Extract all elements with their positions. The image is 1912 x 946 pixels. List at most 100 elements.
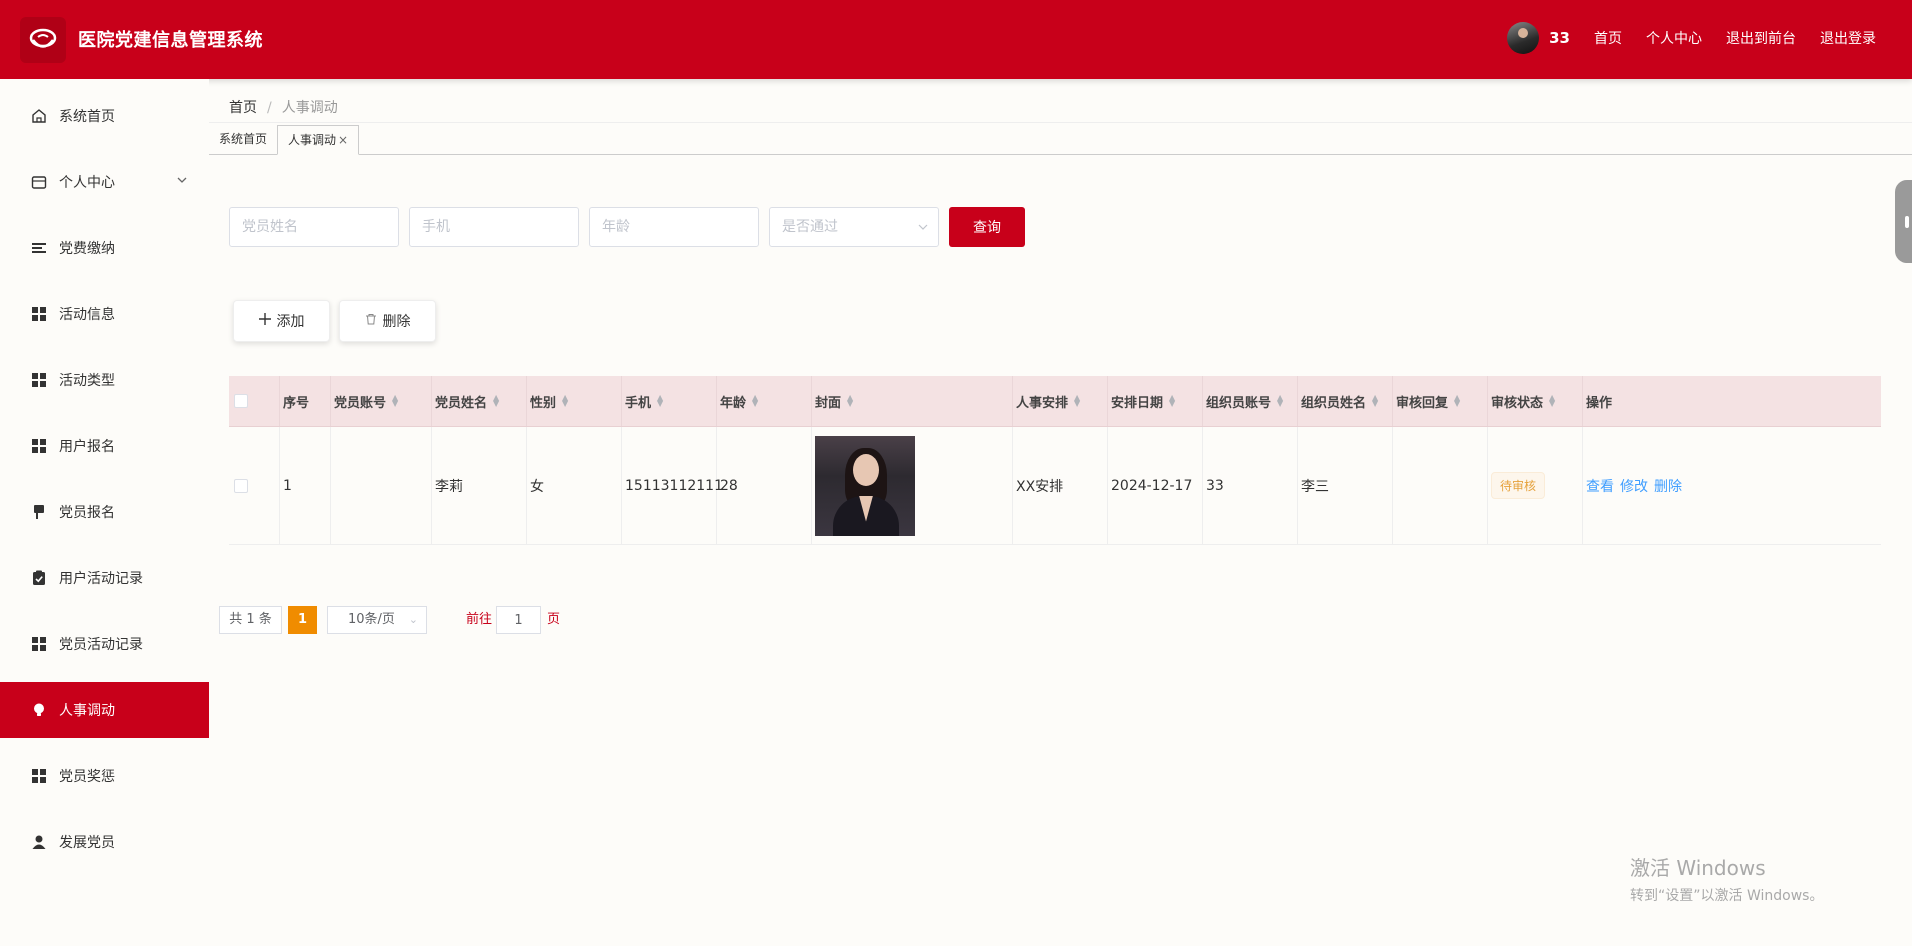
sort-icon[interactable]: ▲ ▼ bbox=[392, 394, 398, 408]
sort-icon[interactable]: ▲ ▼ bbox=[1549, 394, 1555, 408]
sidebar-item-party-fee[interactable]: 党费缴纳 bbox=[0, 220, 209, 276]
watermark-line2: 转到“设置”以激活 Windows。 bbox=[1630, 888, 1824, 904]
header-label: 年龄 bbox=[720, 395, 747, 411]
sidebar-item-user-signup[interactable]: 用户报名 bbox=[0, 418, 209, 474]
header-label: 序号 bbox=[283, 395, 310, 411]
sidebar-item-profile[interactable]: 个人中心 bbox=[0, 154, 209, 210]
page-number-1[interactable]: 1 bbox=[288, 606, 317, 634]
tab-personnel-transfer[interactable]: 人事调动 × bbox=[277, 125, 360, 155]
sidebar-item-label: 系统首页 bbox=[59, 109, 115, 125]
logo-icon bbox=[29, 28, 57, 48]
age-input[interactable] bbox=[589, 207, 759, 247]
sort-icon[interactable]: ▲ ▼ bbox=[1454, 394, 1460, 408]
goto-suffix: 页 bbox=[547, 612, 561, 627]
home-icon bbox=[30, 108, 47, 125]
header-label: 审核状态 bbox=[1491, 395, 1544, 411]
header-phone[interactable]: 手机 ▲ ▼ bbox=[622, 376, 717, 426]
breadcrumb: 首页 / 人事调动 bbox=[229, 97, 338, 117]
sidebar-item-develop-member[interactable]: 发展党员 bbox=[0, 814, 209, 870]
header-org-name[interactable]: 组织员姓名 ▲ ▼ bbox=[1298, 376, 1393, 426]
breadcrumb-home[interactable]: 首页 bbox=[229, 100, 257, 116]
header-name[interactable]: 党员姓名 ▲ ▼ bbox=[432, 376, 527, 426]
add-button[interactable]: 添加 bbox=[233, 300, 330, 342]
header-account[interactable]: 党员账号 ▲ ▼ bbox=[331, 376, 432, 426]
delete-link[interactable]: 删除 bbox=[1654, 476, 1682, 496]
goto-label: 前往 bbox=[466, 612, 493, 627]
delete-button-label: 删除 bbox=[382, 314, 411, 330]
page-size-select[interactable]: 10条/页 ⌄ bbox=[327, 606, 427, 634]
cell-org-name: 李三 bbox=[1298, 427, 1393, 544]
cell-arrangement: XX安排 bbox=[1013, 427, 1108, 544]
sidebar-item-home[interactable]: 系统首页 bbox=[0, 88, 209, 144]
grid-icon bbox=[30, 438, 47, 455]
sidebar-item-label: 用户报名 bbox=[59, 439, 115, 455]
header-label: 组织员姓名 bbox=[1301, 395, 1367, 411]
watermark-line1: 激活 Windows bbox=[1630, 856, 1766, 880]
delete-button[interactable]: 删除 bbox=[339, 300, 436, 342]
phone-input[interactable] bbox=[409, 207, 579, 247]
sort-icon[interactable]: ▲ ▼ bbox=[847, 394, 853, 408]
cell-phone: 15113112111 bbox=[622, 427, 723, 544]
clipboard-check-icon bbox=[30, 570, 47, 587]
sort-icon[interactable]: ▲ ▼ bbox=[1074, 394, 1080, 408]
sidebar-item-member-activity-record[interactable]: 党员活动记录 bbox=[0, 616, 209, 672]
close-icon[interactable]: × bbox=[338, 133, 348, 147]
tab-label: 人事调动 bbox=[288, 133, 337, 147]
header-label: 操作 bbox=[1586, 395, 1613, 411]
cell-name: 李莉 bbox=[432, 427, 527, 544]
sidebar-item-user-activity-record[interactable]: 用户活动记录 bbox=[0, 550, 209, 606]
header-status[interactable]: 审核状态 ▲ ▼ bbox=[1488, 376, 1583, 426]
sort-icon[interactable]: ▲ ▼ bbox=[562, 394, 568, 408]
header-date[interactable]: 安排日期 ▲ ▼ bbox=[1108, 376, 1203, 426]
view-link[interactable]: 查看 bbox=[1586, 476, 1614, 496]
header-cover[interactable]: 封面 ▲ ▼ bbox=[812, 376, 1013, 426]
sidebar-item-activity-type[interactable]: 活动类型 bbox=[0, 352, 209, 408]
sidebar-item-label: 党费缴纳 bbox=[59, 241, 115, 257]
approved-select[interactable]: 是否通过 bbox=[769, 207, 939, 247]
header-arrangement[interactable]: 人事安排 ▲ ▼ bbox=[1013, 376, 1108, 426]
header-reply[interactable]: 审核回复 ▲ ▼ bbox=[1393, 376, 1488, 426]
pagination-total: 共 1 条 bbox=[219, 606, 282, 634]
row-checkbox[interactable] bbox=[234, 478, 248, 493]
logout-link[interactable]: 退出登录 bbox=[1820, 28, 1876, 48]
side-panel-handle[interactable] bbox=[1895, 180, 1912, 263]
sort-icon[interactable]: ▲ ▼ bbox=[1277, 394, 1283, 408]
sidebar-item-member-reward[interactable]: 党员奖惩 bbox=[0, 748, 209, 804]
table-header: 序号 党员账号 ▲ ▼ 党员姓名 ▲ ▼ 性别 ▲ ▼ 手机 ▲ ▼ 年龄 ▲ ▼ 封面 ▲ ▼ 人事安… bbox=[229, 376, 1881, 427]
sidebar-item-personnel-transfer[interactable]: 人事调动 bbox=[0, 682, 209, 738]
sidebar-item-member-signup[interactable]: 党员报名 bbox=[0, 484, 209, 540]
goto-page-input[interactable] bbox=[496, 606, 541, 634]
cell-index: 1 bbox=[280, 427, 331, 544]
user-icon bbox=[30, 834, 47, 851]
sidebar-item-activity-info[interactable]: 活动信息 bbox=[0, 286, 209, 342]
exit-to-frontend-link[interactable]: 退出到前台 bbox=[1726, 28, 1796, 48]
header-label: 党员姓名 bbox=[435, 395, 488, 411]
sort-icon[interactable]: ▲ ▼ bbox=[752, 394, 758, 408]
wallet-icon bbox=[30, 174, 47, 191]
select-all-checkbox[interactable] bbox=[234, 394, 248, 408]
user-menu[interactable]: 33 bbox=[1507, 22, 1570, 54]
sort-icon[interactable]: ▲ ▼ bbox=[493, 394, 499, 408]
query-button[interactable]: 查询 bbox=[949, 207, 1025, 247]
sort-icon[interactable]: ▲ ▼ bbox=[1169, 394, 1175, 408]
chevron-down-icon bbox=[177, 174, 187, 188]
sort-icon[interactable]: ▲ ▼ bbox=[1372, 394, 1378, 408]
home-link[interactable]: 首页 bbox=[1594, 28, 1622, 48]
tab-home[interactable]: 系统首页 bbox=[209, 125, 277, 155]
header-index: 序号 bbox=[280, 376, 331, 426]
cell-status: 待审核 bbox=[1488, 427, 1583, 544]
header-gender[interactable]: 性别 ▲ ▼ bbox=[527, 376, 622, 426]
member-name-input[interactable] bbox=[229, 207, 399, 247]
sort-icon[interactable]: ▲ ▼ bbox=[657, 394, 663, 408]
breadcrumb-separator: / bbox=[267, 100, 272, 116]
profile-link[interactable]: 个人中心 bbox=[1646, 28, 1702, 48]
cover-image bbox=[815, 435, 915, 536]
sidebar-item-label: 党员活动记录 bbox=[59, 637, 143, 653]
grid-icon bbox=[30, 636, 47, 653]
edit-link[interactable]: 修改 bbox=[1620, 476, 1648, 496]
cell-operations: 查看 修改 删除 bbox=[1583, 427, 1881, 544]
trash-icon bbox=[365, 313, 377, 329]
header-age[interactable]: 年龄 ▲ ▼ bbox=[717, 376, 812, 426]
cell-date: 2024-12-17 bbox=[1108, 427, 1203, 544]
header-org-account[interactable]: 组织员账号 ▲ ▼ bbox=[1203, 376, 1298, 426]
